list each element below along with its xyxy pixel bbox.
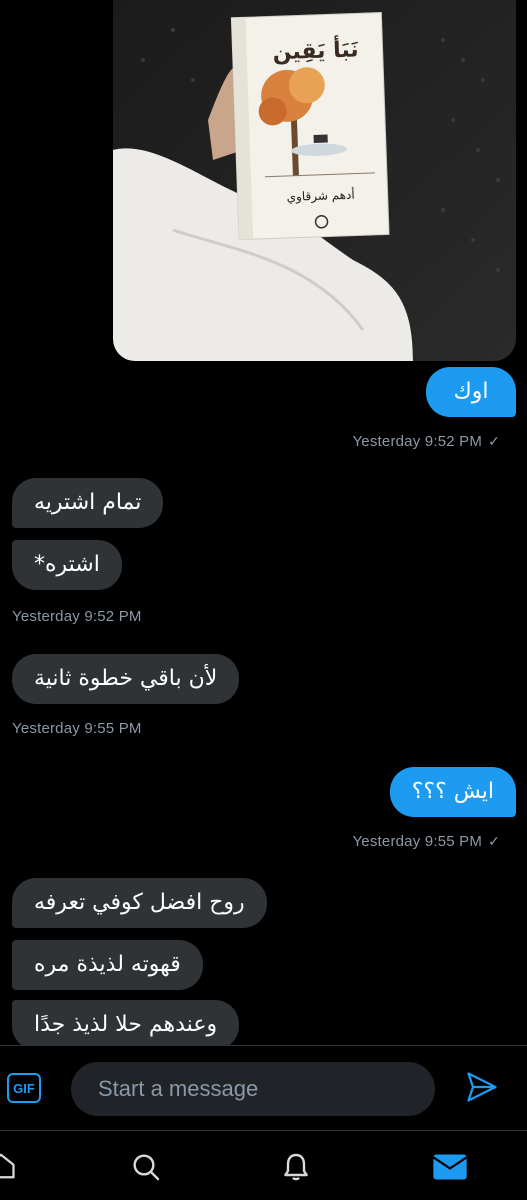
book-photo: نَبَأ يَقِين أدهم شرقاوي [113, 0, 516, 361]
message-bubble-incoming[interactable]: تمام اشتريه [12, 478, 164, 529]
conversation-area[interactable]: نَبَأ يَقِين أدهم شرقاوي اوك Yesterday 9… [0, 0, 527, 1045]
send-icon[interactable] [464, 1069, 500, 1105]
message-bubble-outgoing[interactable]: ايش ؟؟؟ [389, 767, 516, 818]
sent-check-icon: ✓ [488, 433, 500, 449]
search-icon[interactable] [130, 1151, 162, 1183]
message-bubble-incoming[interactable]: اشتره* [12, 540, 122, 591]
message-timestamp: Yesterday 9:55 PM ✓ [352, 833, 500, 850]
message-input[interactable]: Start a message [71, 1062, 435, 1116]
message-bubble-incoming[interactable]: روح افضل كوفي تعرفه [12, 878, 267, 929]
message-composer: GIF Start a message [0, 1045, 527, 1130]
message-bubble-incoming[interactable]: وعندهم حلا لذيذ جدًا [12, 1000, 240, 1045]
home-icon[interactable] [0, 1151, 16, 1181]
message-timestamp: Yesterday 9:52 PM [12, 608, 142, 625]
message-input-placeholder: Start a message [98, 1076, 259, 1101]
gif-button[interactable]: GIF [7, 1073, 41, 1103]
message-bubble-incoming[interactable]: لأن باقي خطوة ثانية [12, 654, 240, 705]
bottom-tab-bar [0, 1130, 527, 1200]
message-bubble-incoming[interactable]: قهوته لذيذة مره [12, 940, 203, 991]
message-bubble-outgoing[interactable]: اوك [426, 367, 516, 418]
messages-icon[interactable] [432, 1151, 468, 1183]
image-message[interactable]: نَبَأ يَقِين أدهم شرقاوي [113, 0, 516, 361]
notifications-icon[interactable] [280, 1151, 312, 1183]
message-timestamp: Yesterday 9:55 PM [12, 720, 142, 737]
message-timestamp: Yesterday 9:52 PM ✓ [352, 433, 500, 450]
sent-check-icon: ✓ [488, 833, 500, 849]
